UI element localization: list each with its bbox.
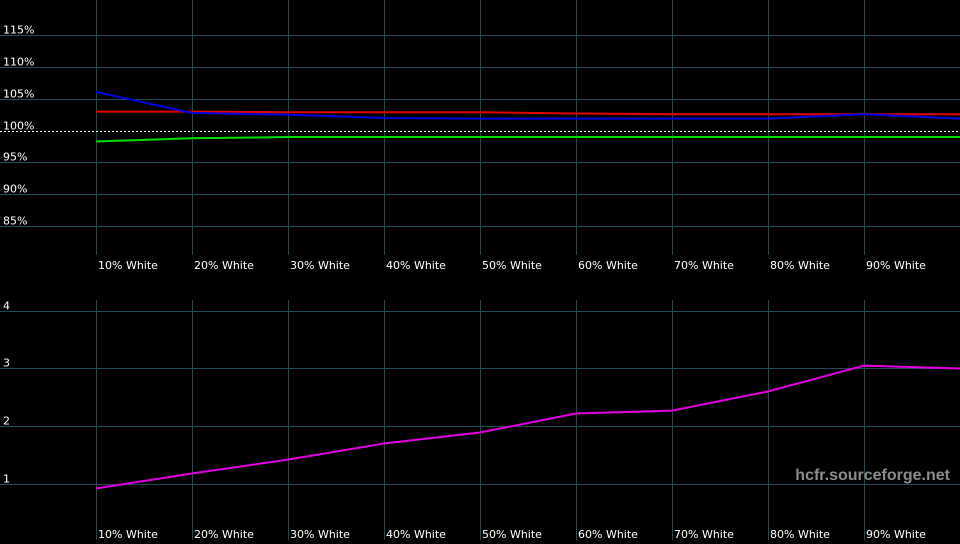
delta-e-x-tick-label: 70% White xyxy=(674,528,734,540)
delta-e-x-tick-label: 80% White xyxy=(770,528,830,540)
luminance-x-tick-label: 60% White xyxy=(578,259,638,272)
luminance-x-tick-label: 70% White xyxy=(674,259,734,272)
luminance-x-tick-label: 90% White xyxy=(866,259,926,272)
luminance-x-tick-label: 20% White xyxy=(194,259,254,272)
luminance-y-tick-label: 110% xyxy=(3,56,34,69)
delta-e-y-tick-label: 4 xyxy=(3,300,10,313)
luminance-y-tick-label: 105% xyxy=(3,88,34,101)
luminance-x-tick-label: 50% White xyxy=(482,259,542,272)
delta-e-x-tick-label: 60% White xyxy=(578,528,638,540)
luminance-y-tick-label: 95% xyxy=(3,151,27,164)
delta-e-y-tick-label: 3 xyxy=(3,357,10,370)
delta-e-y-tick-label: 1 xyxy=(3,473,10,486)
luminance-y-tick-label: 90% xyxy=(3,183,27,196)
luminance-y-tick-label: 85% xyxy=(3,215,27,228)
chart-root: 115% 110% 105% 100% 95% 90% 85% 10% White 20% Wh… xyxy=(0,0,960,541)
delta-e-x-tick-label: 50% White xyxy=(482,528,542,540)
chart-svg: 115% 110% 105% 100% 95% 90% 85% 10% White 20% Wh… xyxy=(0,0,960,541)
delta-e-x-tick-label: 40% White xyxy=(386,528,446,540)
luminance-y-tick-label: 100% xyxy=(3,120,34,133)
delta-e-x-tick-label: 10% White xyxy=(98,528,158,540)
delta-e-x-tick-label: 30% White xyxy=(290,528,350,540)
watermark-text: hcfr.sourceforge.net xyxy=(795,467,950,484)
delta-e-x-tick-label: 90% White xyxy=(866,528,926,540)
luminance-x-tick-label: 80% White xyxy=(770,259,830,272)
delta-e-x-tick-label: 20% White xyxy=(194,528,254,540)
luminance-x-tick-label: 10% White xyxy=(98,259,158,272)
delta-e-y-tick-label: 2 xyxy=(3,415,10,428)
luminance-y-tick-label: 115% xyxy=(3,24,34,37)
luminance-x-tick-label: 30% White xyxy=(290,259,350,272)
luminance-x-tick-label: 40% White xyxy=(386,259,446,272)
